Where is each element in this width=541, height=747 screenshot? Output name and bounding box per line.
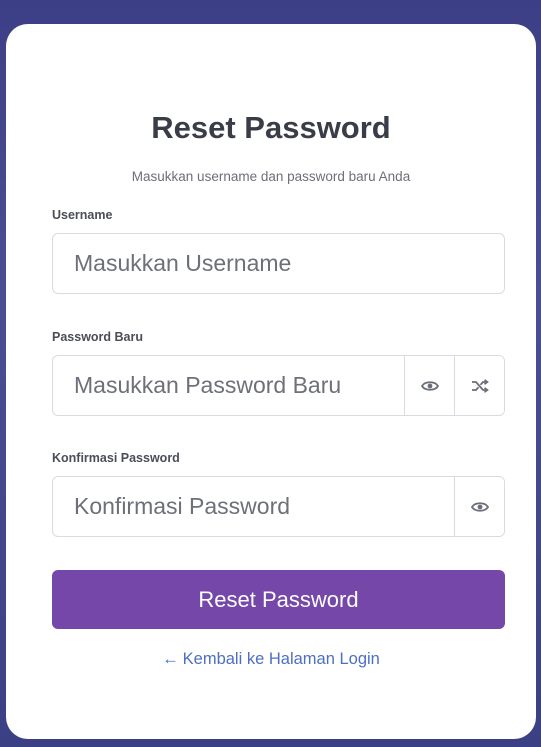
eye-icon [470,501,489,512]
back-to-login-link[interactable]: ← Kembali ke Halaman Login [6,650,536,669]
new-password-input[interactable] [53,356,404,415]
generate-password-button[interactable] [454,356,504,415]
confirm-password-label: Konfirmasi Password [52,451,180,465]
username-input[interactable] [53,234,504,293]
page-title: Reset Password [151,110,391,145]
eye-icon [420,380,439,391]
toggle-password-visibility-button[interactable] [404,356,454,415]
shuffle-icon [471,378,489,393]
reset-password-card: Reset Password Masukkan username dan pas… [6,24,536,739]
username-label: Username [52,208,113,222]
reset-password-button[interactable]: Reset Password [52,570,505,629]
page-subtitle: Masukkan username dan password baru Anda [131,169,411,184]
confirm-password-field-group [52,476,505,537]
back-arrow-icon: ← [162,650,179,668]
new-password-label: Password Baru [52,330,144,344]
toggle-confirm-visibility-button[interactable] [454,477,504,536]
username-field-group [52,233,505,294]
confirm-password-input[interactable] [53,477,454,536]
new-password-field-group [52,355,505,416]
back-to-login-label: Kembali ke Halaman Login [182,650,380,668]
